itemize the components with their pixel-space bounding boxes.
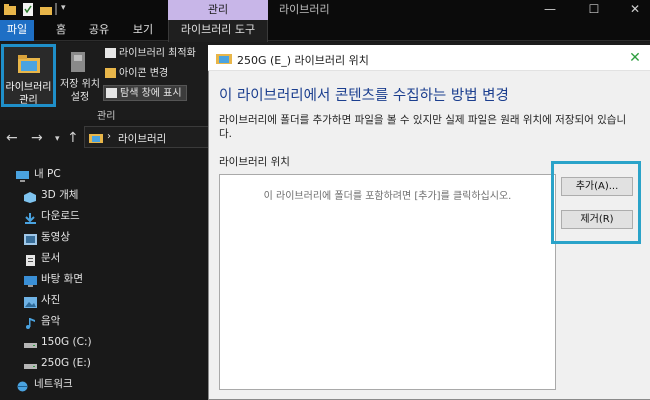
ribbon-group-label: 관리 <box>97 111 116 122</box>
address-bar[interactable]: › 라이브러리 <box>84 126 210 148</box>
optimize-icon <box>105 48 116 58</box>
nav-item-label: 네트워크 <box>34 378 73 390</box>
dialog-description: 라이브러리에 폴더를 추가하면 파일을 볼 수 있지만 실제 파일은 원래 위치… <box>219 114 627 140</box>
network-icon <box>16 378 29 392</box>
cube-icon <box>24 189 37 203</box>
window-title: 라이브러리 <box>279 3 330 16</box>
recent-locations-chevron-icon[interactable]: ▾ <box>55 134 60 144</box>
document-icon <box>24 252 37 266</box>
tab-share[interactable]: 공유 <box>80 20 118 41</box>
nav-item-this-pc[interactable]: 내 PC <box>0 163 205 185</box>
buttons-highlight-frame <box>551 161 641 244</box>
remove-folder-button[interactable]: 제거(R) <box>561 210 633 229</box>
nav-item-drive-e[interactable]: 250G (E:) <box>0 352 205 374</box>
download-icon <box>24 210 37 224</box>
nav-item-drive-c[interactable]: 150G (C:) <box>0 331 205 353</box>
nav-item-documents[interactable]: 문서 <box>0 247 205 269</box>
tab-file[interactable]: 파일 <box>0 20 34 41</box>
library-folder-icon <box>17 51 41 78</box>
manage-library-button[interactable]: 라이브러리 관리 <box>1 44 56 107</box>
nav-item-desktop[interactable]: 바탕 화면 <box>0 268 205 290</box>
desktop-icon <box>24 273 37 287</box>
change-icon-button[interactable]: 아이콘 변경 <box>105 66 168 82</box>
nav-item-label: 3D 개체 <box>41 189 79 201</box>
tab-home[interactable]: 홈 <box>44 20 78 41</box>
nav-item-label: 내 PC <box>34 168 61 180</box>
close-button[interactable]: ✕ <box>615 0 650 20</box>
tab-library-tools[interactable]: 라이브러리 도구 <box>168 20 268 42</box>
dialog-heading: 이 라이브러리에서 콘텐츠를 수집하는 방법 변경 <box>219 88 509 104</box>
tab-view[interactable]: 보기 <box>124 20 162 41</box>
nav-item-label: 150G (C:) <box>41 336 92 348</box>
optimize-library-button[interactable]: 라이브러리 최적화 <box>105 46 196 62</box>
nav-item-label: 음악 <box>41 315 61 327</box>
save-location-label-line1: 저장 위치 <box>60 79 100 90</box>
nav-pane-icon <box>106 88 117 98</box>
manage-library-label-line2: 관리 <box>19 95 38 106</box>
manage-library-label-line1: 라이브러리 <box>5 82 52 93</box>
music-icon <box>24 315 37 329</box>
library-icon <box>216 52 232 67</box>
breadcrumb[interactable]: 라이브러리 <box>118 131 166 146</box>
library-locations-label: 라이브러리 위치 <box>219 156 290 168</box>
nav-item-label: 사진 <box>41 294 61 306</box>
forward-arrow-icon[interactable]: → <box>31 130 43 146</box>
drive-icon <box>24 336 37 348</box>
nav-item-music[interactable]: 음악 <box>0 310 205 332</box>
nav-item-label: 문서 <box>41 252 61 264</box>
context-tab-label: 관리 <box>168 0 268 20</box>
nav-item-label: 다운로드 <box>41 210 80 222</box>
nav-item-pictures[interactable]: 사진 <box>0 289 205 311</box>
minimize-button[interactable]: — <box>530 0 570 20</box>
breadcrumb-separator: › <box>107 131 111 142</box>
folder-icon[interactable] <box>4 3 16 16</box>
nav-item-3d-objects[interactable]: 3D 개체 <box>0 184 205 206</box>
library-icon <box>89 132 103 146</box>
drive-icon <box>24 357 37 369</box>
up-arrow-icon[interactable]: ↑ <box>67 130 79 146</box>
picture-icon <box>24 294 37 308</box>
new-folder-icon[interactable] <box>40 3 52 16</box>
nav-item-downloads[interactable]: 다운로드 <box>0 205 205 227</box>
nav-item-network[interactable]: 네트워크 <box>0 373 205 395</box>
empty-list-hint: 이 라이브러리에 폴더를 포함하려면 [추가]를 클릭하십시오. <box>263 191 512 202</box>
change-icon-label: 아이콘 변경 <box>119 68 169 79</box>
maximize-button[interactable]: ☐ <box>574 0 614 20</box>
add-folder-button[interactable]: 추가(A)... <box>561 177 633 196</box>
nav-item-label: 동영상 <box>41 231 70 243</box>
save-location-label-line2: 설정 <box>70 92 90 103</box>
nav-item-label: 250G (E:) <box>41 357 91 369</box>
nav-item-videos[interactable]: 동영상 <box>0 226 205 248</box>
change-icon-icon <box>105 68 116 78</box>
save-location-button[interactable]: 저장 위치 설정 <box>56 46 104 104</box>
video-icon <box>24 231 37 245</box>
save-location-icon <box>68 50 90 79</box>
show-in-nav-pane-button[interactable]: 탐색 창에 표시 <box>103 85 187 101</box>
show-in-nav-pane-label: 탐색 창에 표시 <box>120 88 182 99</box>
properties-icon[interactable] <box>22 3 34 16</box>
customize-qat-icon[interactable]: ▾ <box>61 3 66 13</box>
optimize-label: 라이브러리 최적화 <box>119 48 196 59</box>
library-folder-list[interactable] <box>219 174 556 390</box>
nav-item-label: 바탕 화면 <box>41 273 83 285</box>
back-arrow-icon[interactable]: ← <box>6 130 18 146</box>
pc-icon <box>16 168 29 182</box>
separator <box>55 3 57 15</box>
dialog-title: 250G (E_) 라이브러리 위치 <box>237 54 369 67</box>
dialog-close-button[interactable]: ✕ <box>620 47 650 69</box>
